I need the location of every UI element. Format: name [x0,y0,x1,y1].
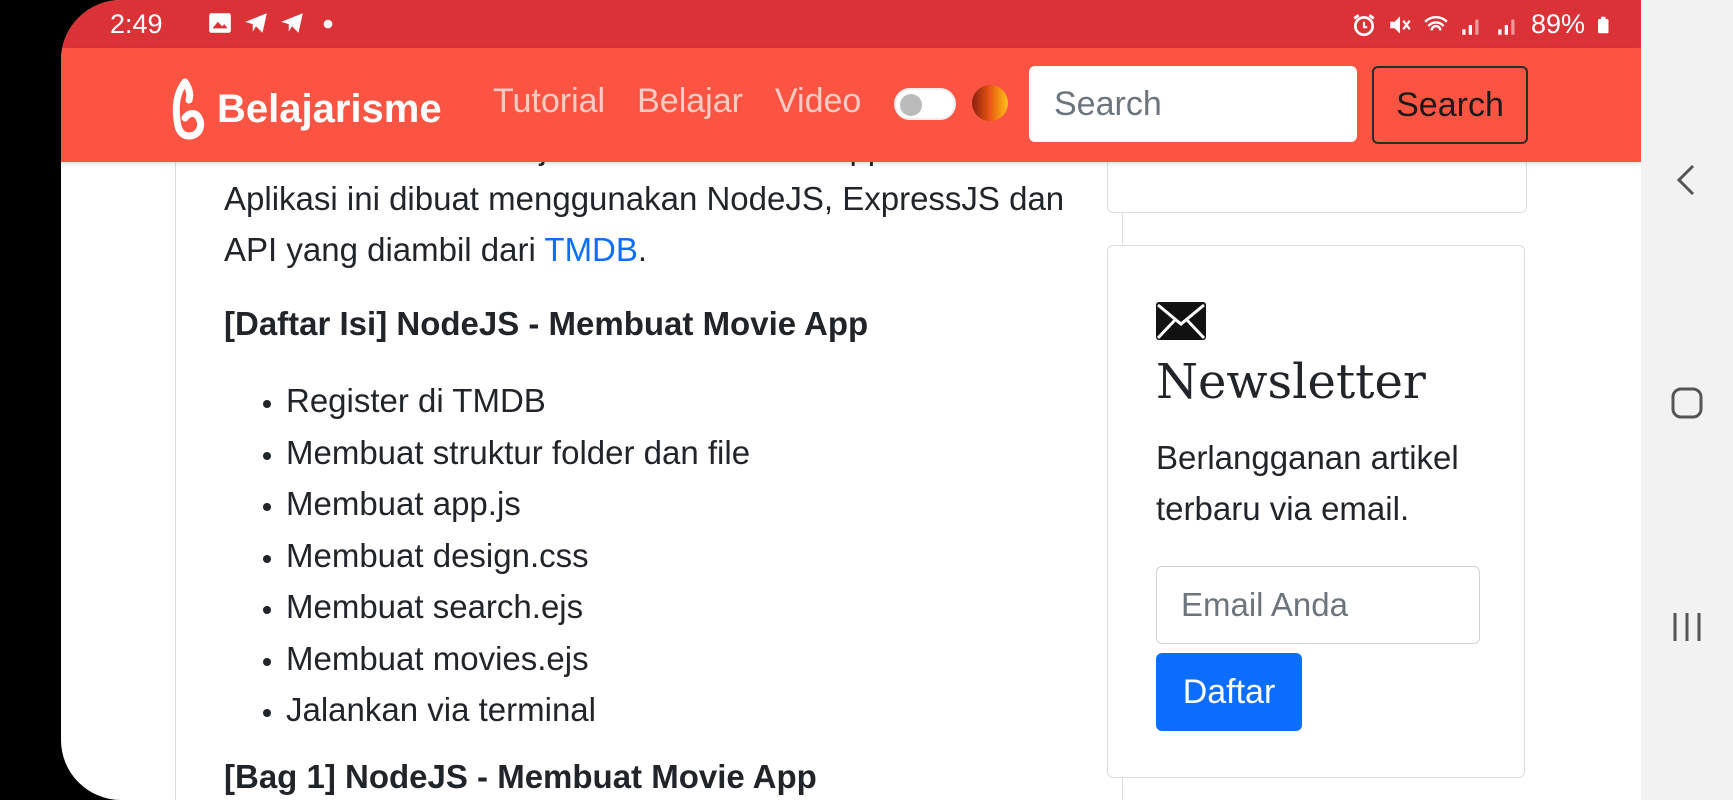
toc-item[interactable]: Register di TMDB [286,375,1084,427]
mute-icon [1390,15,1411,34]
newsletter-card: Newsletter Berlangganan artikel terbaru … [1107,245,1525,778]
search-input[interactable]: Search [1029,66,1357,142]
subscribe-button[interactable]: Daftar [1156,653,1302,731]
toc-item[interactable]: Membuat search.ejs [286,581,1084,633]
alarm-icon [1353,13,1375,36]
wifi-icon [1424,15,1448,31]
nav-link-belajar[interactable]: Belajar [637,82,743,121]
tmdb-link[interactable]: TMDB [544,231,638,268]
back-icon[interactable] [1667,160,1707,200]
toc-item[interactable]: Membuat movies.ejs [286,633,1084,685]
status-left-icons [207,10,341,36]
search-button[interactable]: Search [1372,66,1528,144]
article-partial-line: Hari ini kita akan belajar membuat Movie… [224,162,1084,173]
image-icon [209,13,231,33]
telegram-icon [245,13,267,33]
envelope-icon [1156,302,1206,340]
status-time: 2:49 [110,9,163,39]
nav-link-video[interactable]: Video [775,82,861,121]
toc-item[interactable]: Jalankan via terminal [286,684,1084,736]
newsletter-title: Newsletter [1156,354,1426,410]
telegram-icon [281,13,303,33]
phone-screen: 2:49 89% Belajarisme Tutorial Belajar Vi… [61,0,1641,800]
battery-percentage: 89% [1531,9,1586,39]
signal-icon [1498,19,1515,35]
brand-logo-icon [172,78,205,140]
nav-link-tutorial[interactable]: Tutorial [493,82,605,121]
recent-apps-icon[interactable] [1667,607,1707,647]
toc-item[interactable]: Membuat app.js [286,478,1084,530]
status-right-icons: 89% [1351,9,1613,40]
article-intro: Aplikasi ini dibuat menggunakan NodeJS, … [224,173,1084,275]
brand-name: Belajarisme [217,86,442,131]
dot-icon [323,19,333,29]
system-nav-bar [1641,0,1733,800]
dark-mode-toggle[interactable] [894,88,956,120]
toc-item[interactable]: Membuat struktur folder dan file [286,427,1084,479]
toc-title: [Daftar Isi] NodeJS - Membuat Movie App [224,305,869,342]
newsletter-description: Berlangganan artikel terbaru via email. [1156,439,1459,527]
toc-item[interactable]: Membuat design.css [286,530,1084,582]
toc-list: Register di TMDB Membuat struktur folder… [224,375,1084,736]
article-card: Hari ini kita akan belajar membuat Movie… [175,162,1123,800]
email-input[interactable]: Email Anda [1156,566,1480,644]
home-icon[interactable] [1667,383,1707,423]
next-section-heading: [Bag 1] NodeJS - Membuat Movie App [224,757,817,795]
status-bar: 2:49 89% [61,0,1641,48]
brand[interactable]: Belajarisme [171,78,442,140]
article-content: Hari ini kita akan belajar membuat Movie… [224,162,1084,796]
signal-icon [1462,19,1479,35]
site-navbar: Belajarisme Tutorial Belajar Video Searc… [61,48,1641,162]
intro-end: . [637,231,648,268]
nav-links: Tutorial Belajar Video [493,82,861,121]
toggle-knob [900,94,922,116]
theme-icon [972,85,1008,121]
battery-icon [1598,16,1609,33]
